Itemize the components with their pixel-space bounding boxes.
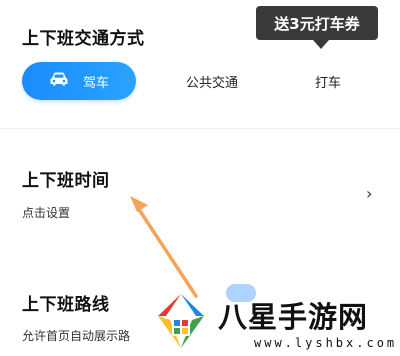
watermark-url: www.lyshbx.com: [254, 336, 398, 350]
commute-route-title: 上下班路线: [22, 295, 110, 315]
watermark-title: 八星手游网: [218, 300, 369, 334]
commute-route-description: 允许首页自动展示路: [22, 329, 131, 343]
site-watermark: 八星手游网 www.lyshbx.com: [150, 290, 398, 354]
watermark-logo-icon: [158, 294, 204, 348]
